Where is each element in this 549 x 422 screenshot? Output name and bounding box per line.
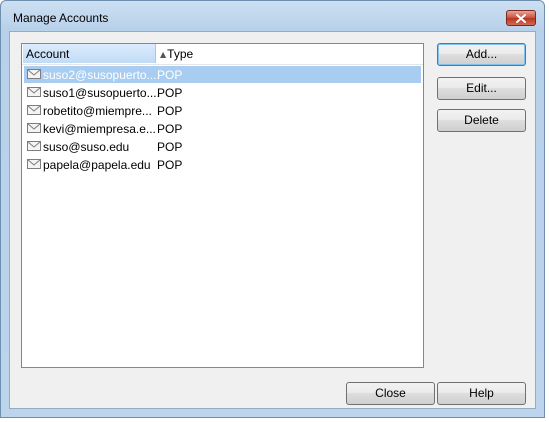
manage-accounts-dialog: Manage Accounts Account ▲Type suso2@suso… xyxy=(0,0,545,418)
account-type: POP xyxy=(157,140,183,154)
column-header-account-label: Account xyxy=(26,47,70,61)
dialog-client-area: Account ▲Type suso2@susopuerto.... POP s… xyxy=(9,31,536,409)
envelope-icon xyxy=(27,87,41,97)
title-close-button[interactable] xyxy=(506,10,536,26)
envelope-icon xyxy=(27,123,41,133)
help-button[interactable]: Help xyxy=(437,382,526,405)
column-header-type-label: Type xyxy=(167,47,194,61)
list-item[interactable]: suso2@susopuerto.... POP xyxy=(24,66,421,83)
title-bar: Manage Accounts xyxy=(1,1,544,35)
envelope-icon xyxy=(27,105,41,115)
account-email: kevi@miempresa.e... xyxy=(43,122,156,136)
column-header-account[interactable]: Account xyxy=(23,44,156,63)
list-header: Account ▲Type xyxy=(22,44,423,65)
accounts-list[interactable]: Account ▲Type suso2@susopuerto.... POP s… xyxy=(21,43,424,368)
list-item[interactable]: kevi@miempresa.e... POP xyxy=(24,120,421,137)
account-type: POP xyxy=(157,104,183,118)
close-button[interactable]: Close xyxy=(346,382,435,405)
edit-button[interactable]: Edit... xyxy=(437,77,526,100)
list-item[interactable]: robetito@miempre... POP xyxy=(24,102,421,119)
list-item[interactable]: papela@papela.edu POP xyxy=(24,156,421,173)
column-header-type[interactable]: ▲Type xyxy=(157,44,423,63)
account-type: POP xyxy=(157,122,183,136)
list-item[interactable]: suso1@susopuerto.... POP xyxy=(24,84,421,101)
account-type: POP xyxy=(157,86,183,100)
close-icon xyxy=(516,13,526,23)
account-email: suso2@susopuerto.... xyxy=(43,68,158,82)
list-item[interactable]: suso@suso.edu POP xyxy=(24,138,421,155)
account-email: papela@papela.edu xyxy=(43,158,151,172)
add-button[interactable]: Add... xyxy=(437,43,526,66)
envelope-icon xyxy=(27,159,41,169)
envelope-icon xyxy=(27,69,41,79)
account-email: suso@suso.edu xyxy=(43,140,130,154)
account-email: suso1@susopuerto.... xyxy=(43,86,158,100)
account-email: robetito@miempre... xyxy=(43,104,152,118)
dialog-title: Manage Accounts xyxy=(13,11,109,25)
account-type: POP xyxy=(157,68,183,82)
envelope-icon xyxy=(27,141,41,151)
account-type: POP xyxy=(157,158,183,172)
delete-button[interactable]: Delete xyxy=(437,109,526,132)
sort-ascending-icon: ▲ xyxy=(160,50,167,59)
